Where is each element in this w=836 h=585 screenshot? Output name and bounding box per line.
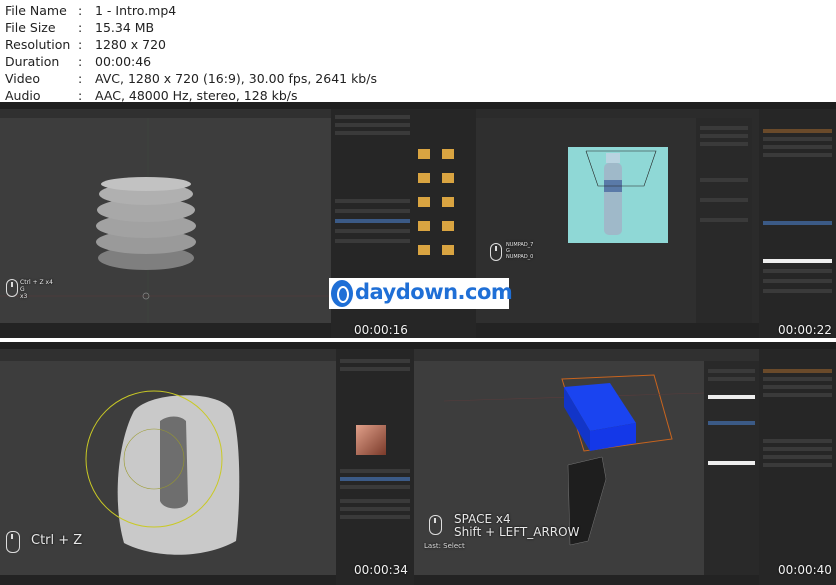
n-panel — [704, 361, 759, 575]
mouse-icon — [429, 515, 442, 535]
watermark-text: daydown.com — [355, 280, 513, 304]
render-settings-panel — [696, 118, 752, 323]
layout-toolbar — [414, 349, 759, 361]
mouse-icon — [490, 243, 502, 261]
timestamp: 00:00:40 — [778, 563, 832, 577]
watermark: daydown.com — [329, 278, 513, 309]
shortcut-overlay: SPACE x4 — [454, 512, 511, 526]
shortcut-overlay: NUMPAD_0 — [506, 254, 534, 260]
status-bar — [414, 575, 759, 585]
thumbnail-4[interactable]: SPACE x4 Shift + LEFT_ARROW Last: Select — [414, 342, 836, 585]
mouse-icon — [6, 279, 18, 297]
shortcut-overlay: Ctrl + Z — [31, 533, 83, 548]
last-operation-label: Last: Select — [424, 542, 465, 550]
viewport-3d — [0, 118, 331, 323]
shortcut-overlay: Ctrl + Z x4 — [20, 279, 53, 286]
media-info: File Name:1 - Intro.mp4 File Size:15.34 … — [0, 0, 836, 103]
timeline-bar — [0, 323, 331, 338]
viewport-header — [0, 109, 331, 118]
shortcut-overlay: Shift + LEFT_ARROW — [454, 525, 580, 539]
brush-panel — [336, 349, 414, 585]
outliner-panel — [759, 109, 836, 338]
thumb-topbar — [0, 102, 414, 109]
brush-preview — [356, 425, 386, 455]
status-bar — [0, 575, 336, 585]
thumbnail-3[interactable]: Ctrl + Z — [0, 342, 414, 585]
thumb-topbar — [414, 102, 836, 109]
shortcut-overlay: NUMPAD_7 — [506, 242, 534, 248]
stacked-rings-object — [0, 118, 331, 323]
thumb-topbar — [0, 342, 414, 349]
mouse-icon — [6, 531, 20, 553]
watermark-logo-icon — [331, 280, 353, 307]
timeline-bar — [476, 323, 759, 338]
timestamp: 00:00:16 — [354, 323, 408, 337]
outliner-panel — [759, 349, 836, 585]
timestamp: 00:00:34 — [354, 563, 408, 577]
timestamp: 00:00:22 — [778, 323, 832, 337]
thumb-topbar — [414, 342, 836, 349]
shortcut-overlay: x3 — [20, 293, 28, 300]
sculpt-toolbar — [0, 349, 336, 361]
shortcut-overlay: G — [20, 286, 25, 293]
